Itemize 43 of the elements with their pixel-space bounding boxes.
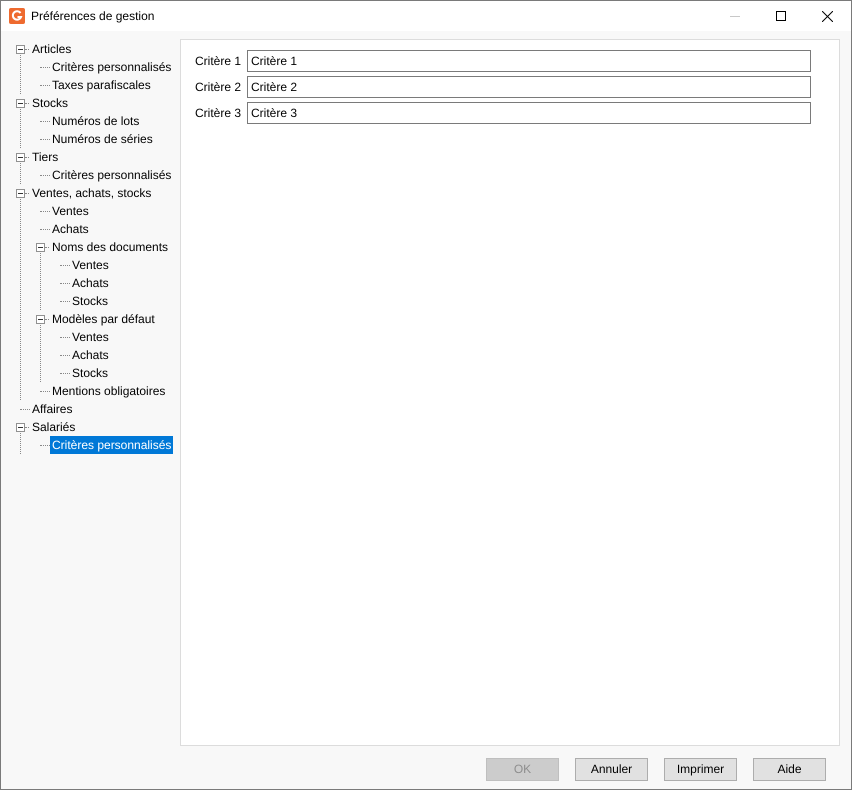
tree-item[interactable]: Mentions obligatoires <box>50 382 168 400</box>
tree-item[interactable]: Modèles par défaut <box>50 310 157 328</box>
app-logo-icon <box>9 8 25 24</box>
field-label: Critère 3 <box>195 105 239 122</box>
tree-item[interactable]: Affaires <box>30 400 74 418</box>
field-label: Critère 2 <box>195 79 239 96</box>
close-icon[interactable] <box>822 10 833 22</box>
collapse-icon[interactable] <box>36 314 45 324</box>
collapse-icon[interactable] <box>16 422 25 432</box>
collapse-icon[interactable] <box>16 98 25 108</box>
maximize-icon[interactable] <box>776 11 786 21</box>
tree-item[interactable]: Taxes parafiscales <box>50 76 153 94</box>
collapse-icon[interactable] <box>36 242 45 252</box>
collapse-icon[interactable] <box>16 44 25 54</box>
tree-item[interactable]: Numéros de séries <box>50 130 155 148</box>
tree-item[interactable]: Critères personnalisés <box>50 436 174 454</box>
tree-item[interactable]: Tiers <box>30 148 60 166</box>
dialog-button[interactable]: Aide <box>753 758 826 780</box>
tree-item[interactable]: Ventes <box>70 256 111 274</box>
dialog-button[interactable]: Imprimer <box>664 758 737 780</box>
input-field[interactable]: Critère 3 <box>247 102 811 124</box>
tree-item[interactable]: Critères personnalisés <box>50 166 174 184</box>
tree-item[interactable]: Achats <box>70 274 111 292</box>
collapse-icon[interactable] <box>16 152 25 162</box>
tree-item[interactable]: Achats <box>50 220 91 238</box>
tree-item[interactable]: Stocks <box>70 292 110 310</box>
input-field[interactable]: Critère 1 <box>247 50 811 72</box>
tree-item[interactable]: Stocks <box>30 94 70 112</box>
tree-item[interactable]: Ventes, achats, stocks <box>30 184 154 202</box>
tree-item[interactable]: Salariés <box>30 418 78 436</box>
window-title: Préférences de gestion <box>31 8 154 25</box>
tree-item[interactable]: Numéros de lots <box>50 112 142 130</box>
field-label: Critère 1 <box>195 53 239 70</box>
dialog-button[interactable]: Annuler <box>575 758 648 780</box>
tree-item[interactable]: Critères personnalisés <box>50 58 174 76</box>
input-field[interactable]: Critère 2 <box>247 76 811 98</box>
tree-item[interactable]: Ventes <box>50 202 91 220</box>
tree-item[interactable]: Stocks <box>70 364 110 382</box>
tree-item[interactable]: Articles <box>30 40 74 58</box>
collapse-icon[interactable] <box>16 188 25 198</box>
tree-item[interactable]: Achats <box>70 346 111 364</box>
tree-item[interactable]: Ventes <box>70 328 111 346</box>
tree-item[interactable]: Noms des documents <box>50 238 170 256</box>
